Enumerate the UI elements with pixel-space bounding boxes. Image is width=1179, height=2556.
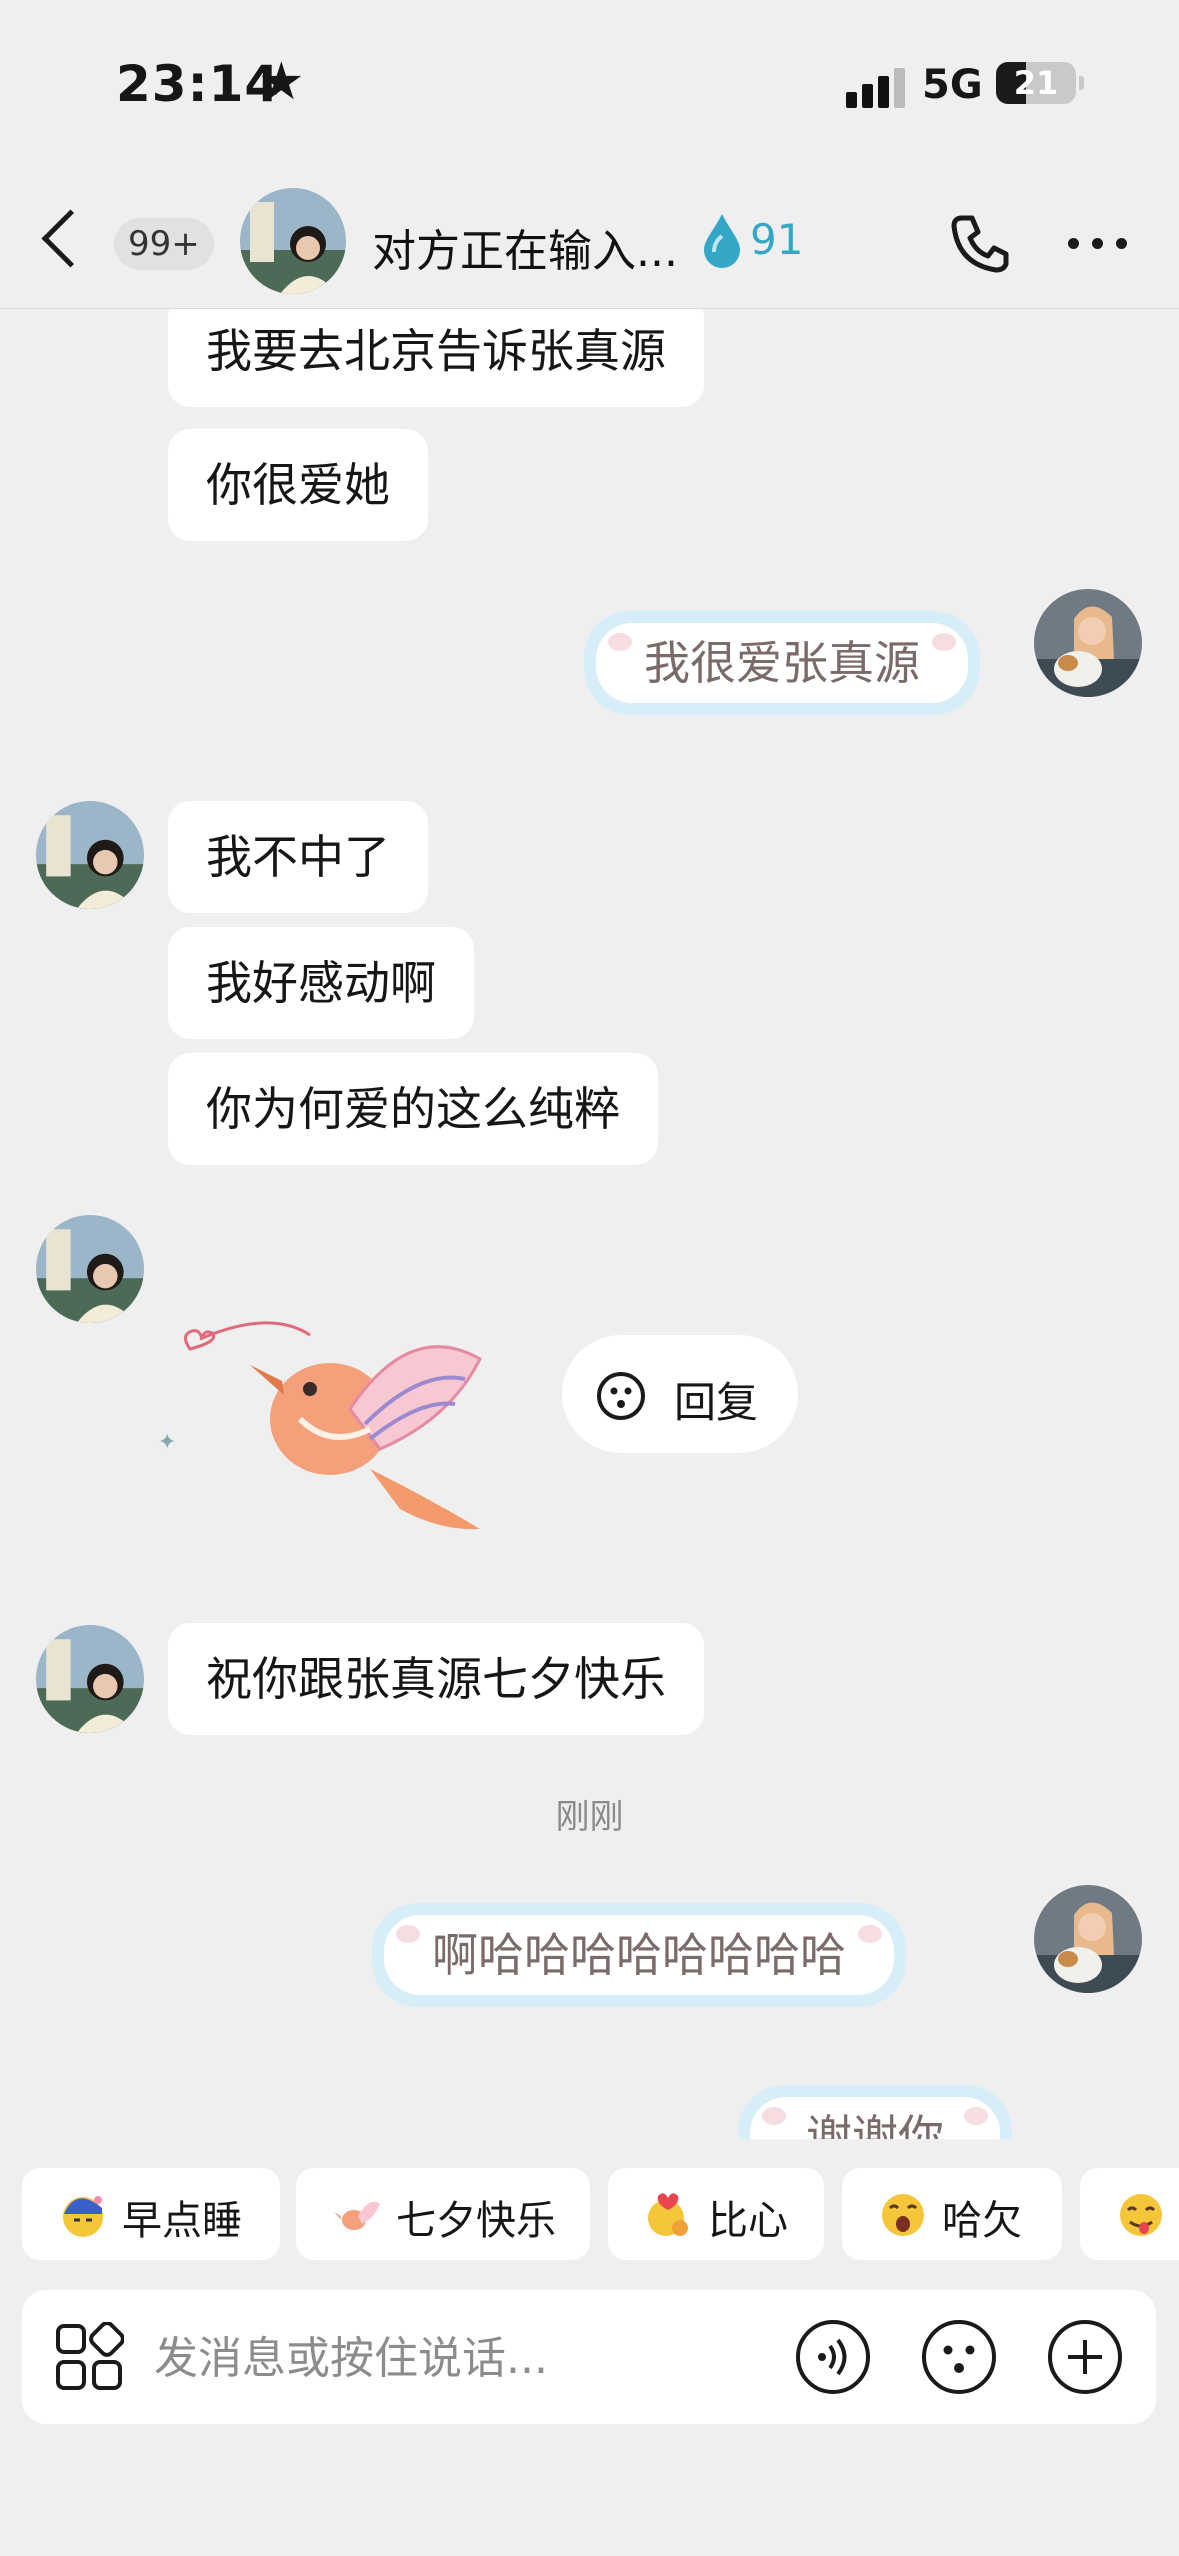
incoming-message[interactable]: 祝你跟张真源七夕快乐	[168, 1623, 704, 1735]
battery-level: 21	[1013, 64, 1059, 102]
outgoing-message[interactable]: 我很爱张真源	[584, 611, 980, 715]
outgoing-message[interactable]: 谢谢你	[738, 2085, 1012, 2139]
quick-reply-early-sleep[interactable]: 早点睡	[22, 2168, 280, 2260]
quick-reply-heart[interactable]: 比心	[608, 2168, 824, 2260]
outgoing-message[interactable]: 啊哈哈哈哈哈哈哈哈	[372, 1903, 906, 2007]
outgoing-message-text: 谢谢你	[750, 2097, 1000, 2139]
contact-avatar[interactable]	[36, 801, 144, 909]
unread-badge[interactable]: 99+	[114, 218, 214, 270]
emoji-icon[interactable]	[920, 2318, 998, 2396]
incoming-message[interactable]: 你为何爱的这么纯粹	[168, 1053, 658, 1165]
quick-reply-yawn[interactable]: 哈欠	[842, 2168, 1062, 2260]
message-input[interactable]	[152, 2316, 776, 2400]
chat-title: 对方正在输入...	[372, 226, 678, 277]
my-avatar[interactable]	[1034, 1885, 1142, 1993]
back-icon[interactable]	[41, 209, 100, 268]
contact-avatar[interactable]	[240, 188, 346, 294]
reply-sticker-button[interactable]: 回复	[562, 1335, 798, 1453]
more-icon[interactable]	[1068, 238, 1128, 252]
quick-reply-qixi[interactable]: 七夕快乐	[296, 2168, 590, 2260]
message-input-bar	[22, 2290, 1156, 2424]
plus-icon[interactable]	[1046, 2318, 1124, 2396]
message-timestamp: 刚刚	[555, 1797, 624, 1837]
incoming-message[interactable]: 我要去北京告诉张真源	[168, 309, 704, 407]
heart-hands-icon	[648, 2193, 688, 2236]
network-type: 5G	[922, 62, 983, 108]
phone-icon[interactable]	[948, 212, 1012, 276]
message-list[interactable]: 我要去北京告诉张真源 你很爱她 我很爱张真源 我不中了 我好感动啊 你为何爱的这…	[0, 309, 1179, 2139]
quick-reply-label: 早点睡	[122, 2198, 242, 2244]
my-avatar[interactable]	[1034, 589, 1142, 697]
smiley-icon	[597, 1372, 645, 1420]
location-star-icon: ★	[258, 52, 305, 112]
apps-grid-icon[interactable]	[54, 2322, 124, 2392]
voice-icon[interactable]	[794, 2318, 872, 2396]
quick-reply-more[interactable]	[1080, 2168, 1179, 2260]
tongue-face-icon	[1120, 2194, 1162, 2236]
battery-tip	[1079, 76, 1084, 90]
battery-icon: 21	[996, 62, 1076, 104]
quick-reply-label: 比心	[708, 2198, 788, 2244]
incoming-message[interactable]: 我好感动啊	[168, 927, 474, 1039]
spark-drop-icon	[704, 214, 740, 268]
sleepy-moon-icon	[63, 2196, 103, 2237]
signal-icon	[846, 68, 906, 108]
reply-label: 回复	[674, 1378, 759, 1427]
incoming-message[interactable]: 我不中了	[168, 801, 428, 913]
quick-reply-label: 哈欠	[942, 2198, 1022, 2244]
yawn-icon	[882, 2194, 924, 2236]
incoming-message[interactable]: 你很爱她	[168, 429, 428, 541]
quick-reply-label: 七夕快乐	[396, 2198, 556, 2244]
contact-avatar[interactable]	[36, 1625, 144, 1733]
bird-icon	[334, 2201, 380, 2230]
svg-text:✦: ✦	[158, 1430, 176, 1455]
bird-sticker[interactable]: ✦	[150, 1299, 510, 1539]
outgoing-message-text: 我很爱张真源	[596, 623, 968, 703]
spark-count: 91	[750, 215, 804, 264]
status-time: 23:14	[116, 55, 281, 113]
contact-avatar[interactable]	[36, 1215, 144, 1323]
outgoing-message-text: 啊哈哈哈哈哈哈哈哈	[384, 1915, 894, 1995]
